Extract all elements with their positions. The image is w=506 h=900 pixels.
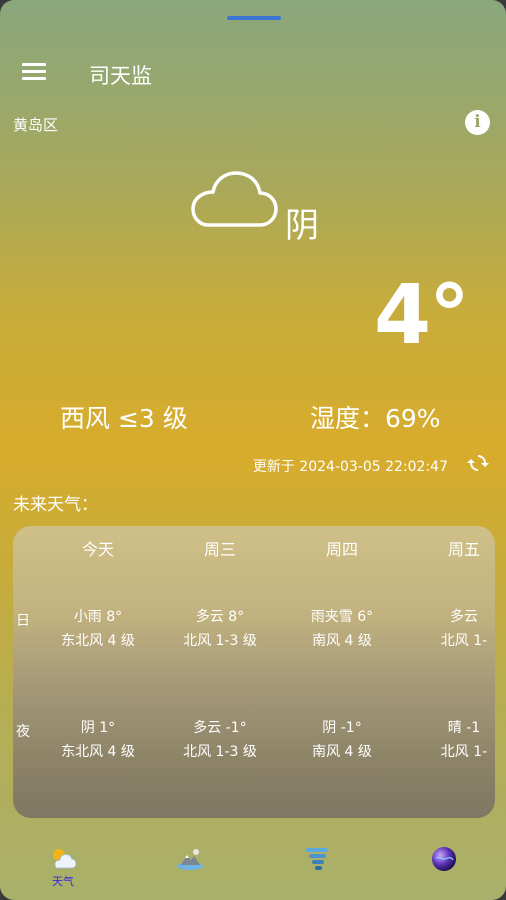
night-weather: 阴 1° (80, 720, 116, 736)
night-wind: 北风 1- (440, 744, 488, 760)
sun-cloud-icon (53, 849, 77, 869)
day-wind: 北风 1- (440, 633, 488, 649)
wind-info: 西风 ≤3 级 (60, 404, 188, 433)
day-weather: 雨夹雪 6° (310, 609, 374, 625)
forecast-card[interactable]: 日 夜 今天 小雨 8° 东北风 4 级 阴 1° 东北风 4 级 周三 多云 … (13, 526, 495, 818)
forecast-day: 周五 (447, 540, 480, 559)
app-title: 司天监 (89, 64, 152, 88)
refresh-icon[interactable] (466, 451, 490, 475)
day-weather: 多云 8° (195, 609, 245, 625)
day-weather: 多云 (450, 609, 478, 625)
cloud-icon (191, 171, 278, 227)
update-time: 更新于 2024-03-05 22:02:47 (252, 459, 448, 475)
app-screen: 司天监 黄岛区 i 阴 4° 西风 ≤3 级 湿度：69% 更新于 2024-0… (0, 0, 506, 900)
night-weather: 多云 -1° (193, 720, 247, 736)
forecast-day: 周四 (325, 540, 358, 559)
day-wind: 东北风 4 级 (61, 633, 135, 649)
night-wind: 东北风 4 级 (61, 744, 135, 760)
day-wind: 南风 4 级 (312, 633, 372, 649)
menu-icon[interactable] (22, 63, 46, 81)
weather-condition: 阴 (285, 206, 319, 246)
forecast-title: 未来天气： (13, 495, 98, 515)
night-wind: 北风 1-3 级 (183, 744, 257, 760)
nav-weather-label: 天气 (52, 875, 74, 888)
drag-handle[interactable] (227, 16, 281, 20)
tornado-icon (306, 848, 328, 870)
day-wind: 北风 1-3 级 (183, 633, 257, 649)
night-weather: 阴 -1° (322, 720, 362, 736)
day-weather: 小雨 8° (73, 609, 123, 625)
district-label: 黄岛区 (13, 116, 59, 134)
info-icon[interactable]: i (465, 110, 490, 135)
current-temperature: 4° (373, 268, 470, 363)
bottom-nav: 天气 (0, 836, 506, 900)
landscape-icon (177, 849, 203, 870)
forecast-day: 今天 (81, 540, 114, 559)
forecast-day: 周三 (203, 540, 236, 559)
humidity-info: 湿度：69% (310, 404, 441, 433)
night-wind: 南风 4 级 (312, 744, 372, 760)
night-weather: 晴 -1 (447, 720, 481, 736)
planet-icon (432, 847, 456, 871)
